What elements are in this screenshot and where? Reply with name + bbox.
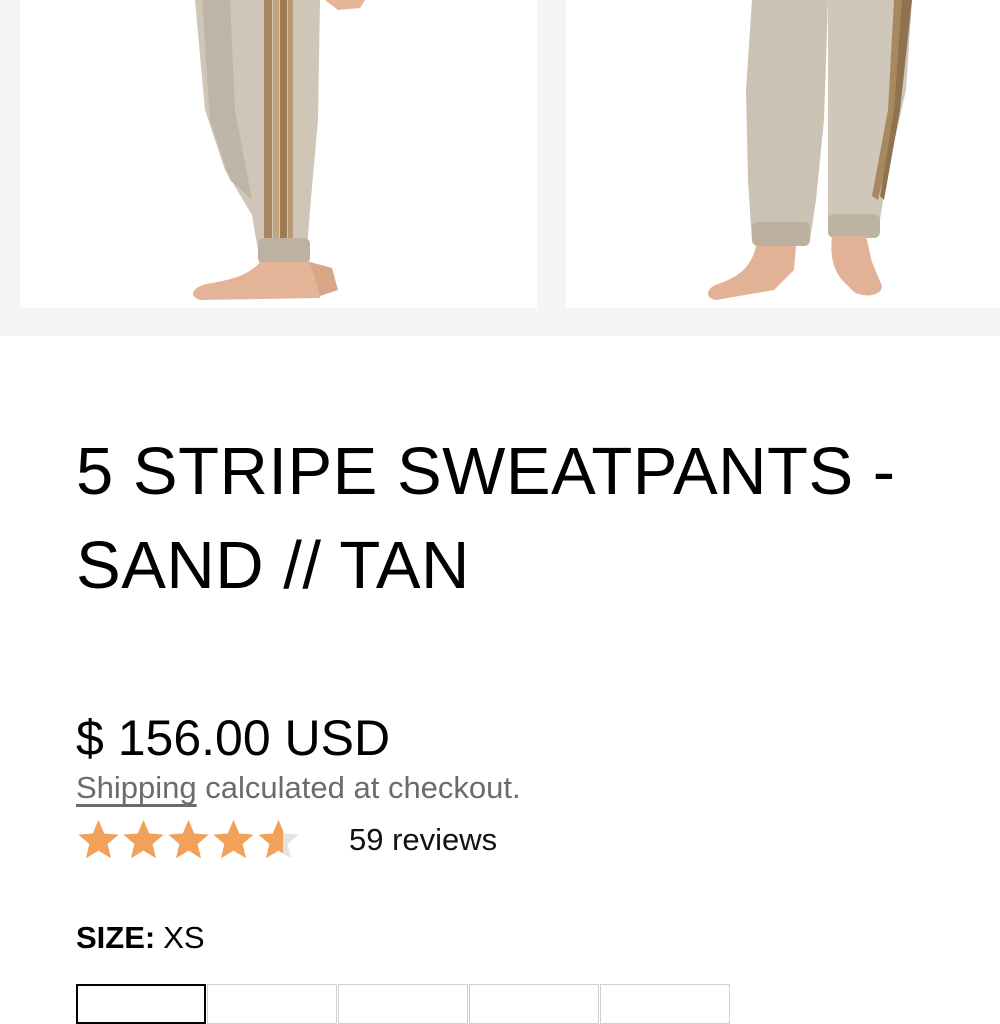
star-icon xyxy=(168,820,209,859)
sweatpants-side-photo xyxy=(192,0,365,300)
shipping-note-text: calculated at checkout. xyxy=(196,770,521,805)
shipping-link[interactable]: Shipping xyxy=(76,770,197,805)
size-selector-header: SIZE: XS xyxy=(76,920,205,956)
size-option-button[interactable] xyxy=(338,984,468,1024)
product-image-front[interactable] xyxy=(566,0,1000,308)
size-label: SIZE: xyxy=(76,920,156,955)
star-icon xyxy=(258,820,299,859)
shipping-note: Shipping calculated at checkout. xyxy=(76,770,521,806)
star-icon xyxy=(78,820,119,859)
size-options xyxy=(76,984,731,1024)
selected-size-value: XS xyxy=(163,920,205,955)
star-rating xyxy=(76,818,301,862)
product-price: $ 156.00 USD xyxy=(76,710,391,766)
sweatpants-front-photo xyxy=(707,0,912,300)
product-image-gallery xyxy=(0,0,1000,336)
star-icon xyxy=(123,820,164,859)
product-image-side[interactable] xyxy=(20,0,537,308)
size-option-button[interactable] xyxy=(76,984,206,1024)
size-option-button[interactable] xyxy=(600,984,730,1024)
product-title: 5 STRIPE SWEATPANTS - SAND // TAN xyxy=(76,434,896,603)
star-icon xyxy=(213,820,254,859)
size-option-button[interactable] xyxy=(207,984,337,1024)
reviews-count-link[interactable]: 59 reviews xyxy=(349,818,497,862)
size-option-button[interactable] xyxy=(469,984,599,1024)
product-rating[interactable]: 59 reviews xyxy=(76,818,497,862)
